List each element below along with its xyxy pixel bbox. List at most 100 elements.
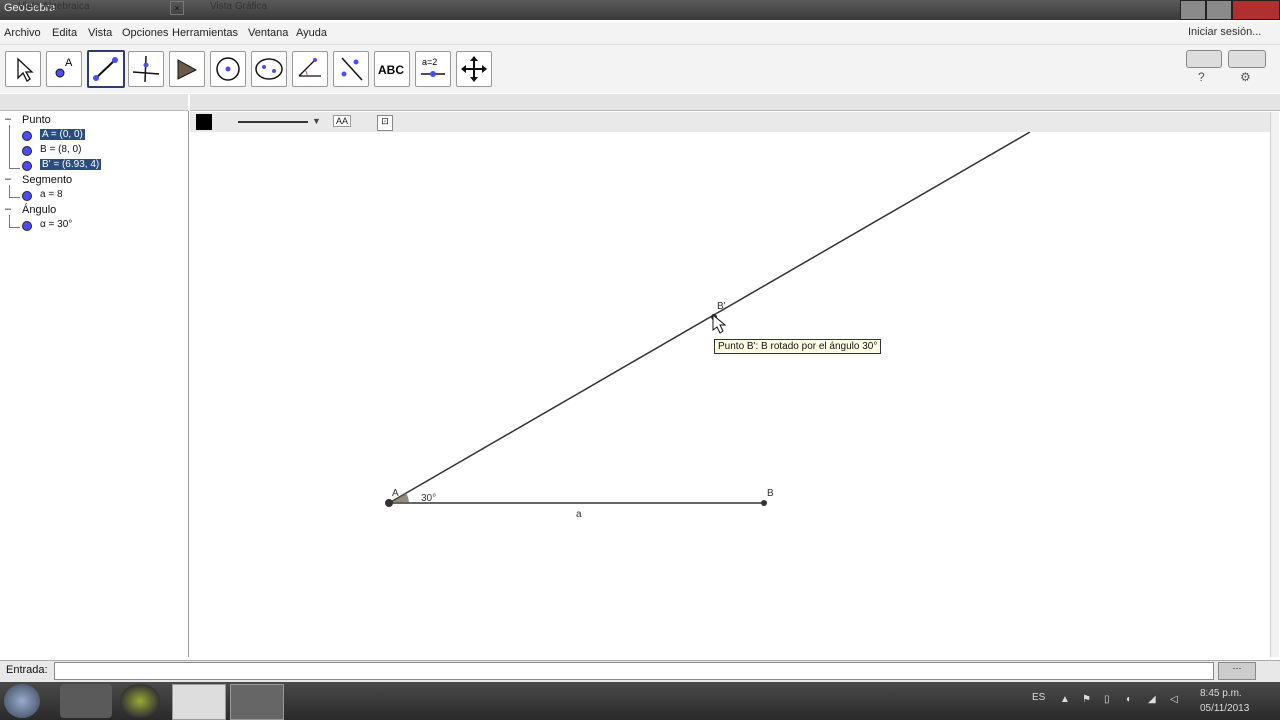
ray-a-b-prime[interactable]: [388, 132, 1031, 504]
label-segment-a: a: [576, 509, 582, 520]
algebra-close-icon[interactable]: ×: [170, 1, 184, 15]
object-b-prime[interactable]: B' = (6.93, 4): [40, 159, 102, 170]
algebra-view-title: Vista Algebraica: [18, 1, 90, 12]
label-b: B: [767, 488, 774, 499]
menu-opciones[interactable]: Opciones: [122, 27, 168, 39]
line-style-picker[interactable]: [238, 121, 308, 123]
algebra-panel: – Punto A = (0, 0) B = (8, 0) B' = (6.93…: [0, 111, 189, 657]
tree-connector: [9, 125, 20, 169]
object-angle[interactable]: α = 30°: [40, 219, 72, 230]
clock-date[interactable]: 05/11/2013: [1200, 703, 1249, 714]
label-angle: 30°: [421, 493, 437, 504]
flag-icon[interactable]: ⚑: [1082, 694, 1091, 705]
graphics-view-header: [190, 94, 1280, 111]
menu-vista[interactable]: Vista: [88, 27, 112, 39]
point-tool-button[interactable]: A: [46, 51, 82, 87]
lock-icon[interactable]: ⊡: [377, 115, 393, 131]
network-icon[interactable]: ◢: [1148, 694, 1156, 705]
input-field[interactable]: [54, 662, 1214, 680]
color-picker[interactable]: [196, 114, 212, 130]
category-segmento[interactable]: Segmento: [22, 174, 72, 186]
label-style-button[interactable]: AA: [333, 115, 352, 127]
label-a: A: [392, 488, 399, 499]
point-icon: A: [55, 57, 73, 78]
move-arrows-icon: [461, 56, 487, 82]
explorer-taskbar-icon[interactable]: [60, 684, 112, 718]
geogebra-taskbar-icon[interactable]: [172, 684, 226, 720]
recorder-taskbar-icon[interactable]: [230, 684, 284, 720]
slider-tool-button[interactable]: a=2: [415, 51, 451, 87]
label-b-prime: B': [717, 301, 726, 312]
menu-archivo[interactable]: Archivo: [4, 27, 41, 39]
graphics-view-title: Vista Gráfica: [210, 1, 268, 12]
toolbar: A ABC a=2: [0, 45, 1280, 93]
redo-button[interactable]: [1228, 50, 1266, 68]
segment-tool-button[interactable]: [87, 50, 125, 88]
collapse-icon[interactable]: –: [5, 173, 11, 185]
reflect-tool-button[interactable]: [333, 51, 369, 87]
sign-in-link[interactable]: Iniciar sesión...: [1188, 26, 1261, 38]
language-indicator[interactable]: ES: [1032, 692, 1045, 703]
object-b[interactable]: B = (8, 0): [40, 144, 81, 155]
category-punto[interactable]: Punto: [22, 114, 51, 126]
ellipse-icon: [255, 58, 283, 80]
tree-connector: [9, 185, 20, 198]
point-dot-icon[interactable]: [22, 221, 32, 231]
show-hidden-icon[interactable]: ▲: [1060, 694, 1070, 705]
start-button[interactable]: [4, 684, 40, 718]
graphics-canvas[interactable]: [190, 132, 1268, 657]
input-label: Entrada:: [6, 664, 48, 676]
collapse-icon[interactable]: –: [5, 203, 11, 215]
svg-text:a=2: a=2: [422, 57, 437, 67]
point-a[interactable]: [385, 499, 393, 507]
menu-ayuda[interactable]: Ayuda: [296, 27, 327, 39]
power-icon[interactable]: ◐: [1126, 694, 1132, 705]
algebra-view-header: [0, 94, 188, 111]
point-dot-icon[interactable]: [22, 146, 32, 156]
polygon-tool-button[interactable]: [169, 51, 205, 87]
minimize-button[interactable]: [1180, 0, 1206, 20]
angle-tool-button[interactable]: [292, 51, 328, 87]
vertical-scrollbar[interactable]: [1270, 112, 1279, 657]
close-button[interactable]: [1232, 0, 1280, 20]
help-icon[interactable]: ?: [1198, 70, 1205, 84]
svg-text:A: A: [65, 57, 73, 69]
perpendicular-tool-button[interactable]: [128, 51, 164, 87]
clock-time[interactable]: 8:45 p.m.: [1200, 688, 1242, 699]
menu-edita[interactable]: Edita: [52, 27, 77, 39]
point-dot-icon[interactable]: [22, 161, 32, 171]
chevron-down-icon[interactable]: ▼: [312, 116, 321, 126]
cursor-arrow-icon: [17, 57, 34, 82]
input-help-button[interactable]: ⋯: [1218, 662, 1256, 680]
polygon-icon: [177, 59, 198, 80]
object-segment-a[interactable]: a = 8: [40, 189, 63, 200]
angle-icon: [298, 58, 321, 77]
volume-icon[interactable]: ◁: [1170, 694, 1178, 705]
hand-cursor-icon: [712, 313, 727, 334]
perpendicular-icon: [132, 55, 160, 83]
point-b[interactable]: [761, 500, 767, 506]
maximize-button[interactable]: [1206, 0, 1232, 20]
tree-connector: [9, 215, 20, 228]
chrome-taskbar-icon[interactable]: [120, 684, 160, 718]
text-tool-button[interactable]: ABC: [374, 51, 410, 87]
object-a[interactable]: A = (0, 0): [40, 129, 85, 140]
tooltip: Punto B': B rotado por el ángulo 30°: [714, 339, 882, 354]
move-tool-button[interactable]: [5, 51, 41, 87]
collapse-icon[interactable]: –: [5, 113, 11, 125]
conic-tool-button[interactable]: [251, 51, 287, 87]
settings-icon[interactable]: ⚙: [1240, 70, 1251, 84]
point-dot-icon[interactable]: [22, 131, 32, 141]
text-icon: ABC: [378, 63, 404, 77]
move-view-tool-button[interactable]: [456, 51, 492, 87]
point-dot-icon[interactable]: [22, 191, 32, 201]
circle-icon: [216, 57, 240, 81]
circle-tool-button[interactable]: [210, 51, 246, 87]
undo-button[interactable]: [1186, 50, 1222, 68]
menu-herramientas[interactable]: Herramientas: [172, 27, 238, 39]
category-angulo[interactable]: Ángulo: [22, 204, 56, 216]
title-bar: [0, 0, 1280, 20]
battery-icon[interactable]: ▯: [1104, 694, 1110, 705]
segment-icon: [93, 57, 118, 81]
menu-ventana[interactable]: Ventana: [248, 27, 288, 39]
